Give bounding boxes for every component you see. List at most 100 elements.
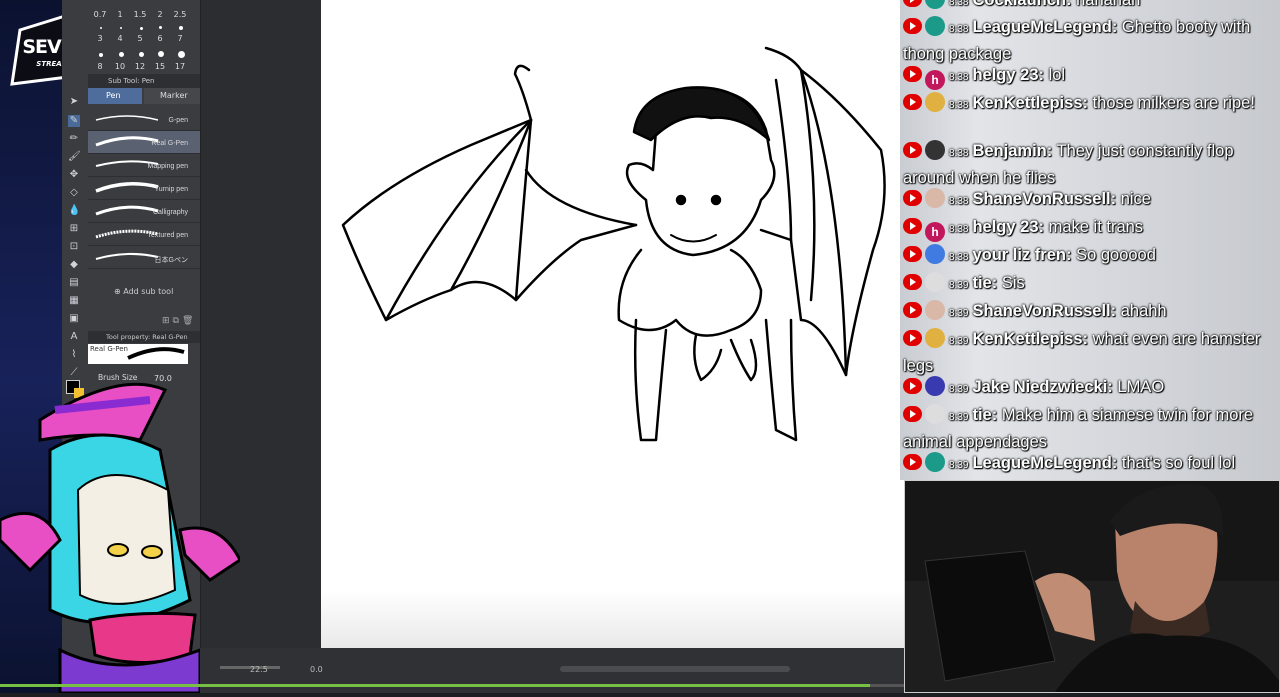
pattern-tool-icon[interactable]: ▦ [68, 295, 80, 307]
chat-message: 8:39 Jake Niedzwiecki: LMAO [903, 375, 1279, 402]
sub-tool-mapping-pen[interactable]: Mapping pen [88, 154, 200, 177]
add-sub-tool-button[interactable]: ⊕ Add sub tool [114, 287, 173, 296]
brush-stroke-preview [95, 115, 159, 121]
rotation-value: 0.0 [310, 665, 323, 674]
sub-tool-japanese-g-pen[interactable]: 日本Gペン [88, 246, 200, 269]
sub-tool-header: Sub Tool: Pen [88, 74, 200, 88]
cursor-icon[interactable]: ➤ [68, 96, 80, 108]
chat-username: tie: [972, 406, 998, 424]
chat-message: 8:39 tie: Make him a siamese twin for mor… [903, 403, 1279, 454]
brush-size-option[interactable]: 3 [90, 34, 110, 43]
avatar [925, 272, 945, 292]
chat-message: 8:39 KenKettlepiss: what even are hamster… [903, 327, 1279, 378]
webcam-feed [904, 480, 1280, 693]
drawing-canvas[interactable] [321, 0, 904, 648]
chat-time: 8:39 [949, 308, 969, 319]
avatar: h [925, 70, 945, 90]
tool-property-preview: Real G-Pen [88, 344, 188, 364]
youtube-icon [903, 302, 922, 318]
blend-tool-icon[interactable]: 💧 [68, 205, 80, 217]
chat-username: tie: [972, 274, 998, 292]
avatar [925, 16, 945, 36]
sub-tool-label: Textured pen [147, 232, 188, 239]
chat-username: ShaneVonRussell: [972, 302, 1117, 320]
sub-tool-calligraphy[interactable]: Calligraphy [88, 200, 200, 223]
brush-size-option[interactable]: 17 [170, 62, 190, 71]
chat-message: h 8:38 helgy 23: make it trans [903, 215, 1279, 242]
pen-tool-icon[interactable]: ✎ [68, 115, 80, 127]
chat-message: 8:39 tie: Sis [903, 271, 1279, 298]
brush-size-option[interactable]: 12 [130, 62, 150, 71]
youtube-icon [903, 142, 922, 158]
chat-username: Cockiauncn: [972, 0, 1072, 9]
gradient-tool-icon[interactable]: ▤ [68, 277, 80, 289]
chat-time: 8:38 [949, 196, 969, 207]
brush-size-option[interactable]: 1.5 [130, 10, 150, 19]
youtube-icon [903, 190, 922, 206]
brush-size-option[interactable]: 8 [90, 62, 110, 71]
move-tool-icon[interactable]: ✥ [68, 169, 80, 181]
tab-marker[interactable]: Marker [144, 88, 200, 104]
chat-time: 8:38 [949, 224, 969, 235]
youtube-icon [903, 406, 922, 422]
video-progress-fill [0, 684, 871, 687]
chat-username: KenKettlepiss: [972, 94, 1088, 112]
chat-time: 8:39 [949, 336, 969, 347]
brush-size-dot [139, 52, 144, 57]
brush-size-option[interactable]: 15 [150, 62, 170, 71]
select-tool-icon[interactable]: ⊞ [68, 223, 80, 235]
sub-tool-g-pen[interactable]: G-pen [88, 108, 200, 131]
brush-size-option[interactable]: 0.7 [90, 10, 110, 19]
avatar [925, 328, 945, 348]
eraser-tool-icon[interactable]: ◇ [68, 187, 80, 199]
brush-stroke-preview [95, 182, 159, 193]
brush-size-option[interactable]: 4 [110, 34, 130, 43]
youtube-icon [903, 378, 922, 394]
brush-size-option[interactable]: 5 [130, 34, 150, 43]
chat-message: 8:38 Cockiauncn: hahahah [903, 0, 1279, 15]
text-tool-icon[interactable]: A [68, 331, 80, 343]
sub-tool-textured-pen[interactable]: Textured pen [88, 223, 200, 246]
avatar [925, 244, 945, 264]
brush-size-dot [159, 26, 162, 29]
horizontal-scrollbar[interactable] [560, 666, 790, 672]
avatar [925, 140, 945, 160]
brush-size-option[interactable]: 1 [110, 10, 130, 19]
sub-tool-real-g-pen[interactable]: Real G-Pen [88, 131, 200, 154]
balloon-tool-icon[interactable]: ⌇ [68, 349, 80, 361]
sub-tool-label: Mapping pen [147, 163, 188, 170]
youtube-icon [903, 274, 922, 290]
chat-username: helgy 23: [972, 218, 1044, 236]
brush-size-dot [158, 51, 164, 57]
chat-username: Jake Niedzwiecki: [972, 378, 1113, 396]
pencil-tool-icon[interactable]: ✏ [68, 133, 80, 145]
brush-size-option[interactable]: 2 [150, 10, 170, 19]
sub-tool-label: 日本Gペン [154, 257, 188, 264]
brush-size-dot [140, 27, 143, 30]
crop-tool-icon[interactable]: ⊡ [68, 241, 80, 253]
chat-text: that's so foul lol [1121, 454, 1236, 472]
chat-message: 8:39 ShaneVonRussell: ahahh [903, 299, 1279, 326]
youtube-icon [903, 66, 922, 82]
brush-size-dot [99, 53, 103, 57]
brush-size-option[interactable]: 2.5 [170, 10, 190, 19]
chat-username: LeagueMcLegend: [972, 454, 1118, 472]
youtube-icon [903, 94, 922, 110]
sub-tool-label: Real G-Pen [151, 140, 188, 147]
chat-text: nice [1120, 190, 1151, 208]
chat-text: those milkers are ripe! [1092, 94, 1255, 112]
sub-tool-actions[interactable]: ⊞⧉🗑 [162, 316, 196, 326]
frame-tool-icon[interactable]: ▣ [68, 313, 80, 325]
fill-tool-icon[interactable]: ◆ [68, 259, 80, 271]
chat-text: So gooood [1076, 246, 1156, 264]
chat-text: hahahah [1076, 0, 1141, 9]
brush-size-option[interactable]: 6 [150, 34, 170, 43]
tab-marker-label: Marker [160, 91, 188, 100]
brush-size-option[interactable]: 7 [170, 34, 190, 43]
brush-size-option[interactable]: 10 [110, 62, 130, 71]
brush-tool-icon[interactable]: 🖌 [68, 151, 81, 163]
tab-pen[interactable]: Pen [88, 88, 142, 104]
sub-tool-turnip-pen[interactable]: Turnip pen [88, 177, 200, 200]
ruler-tool-icon[interactable]: ⟋ [68, 367, 80, 379]
avatar [925, 376, 945, 396]
